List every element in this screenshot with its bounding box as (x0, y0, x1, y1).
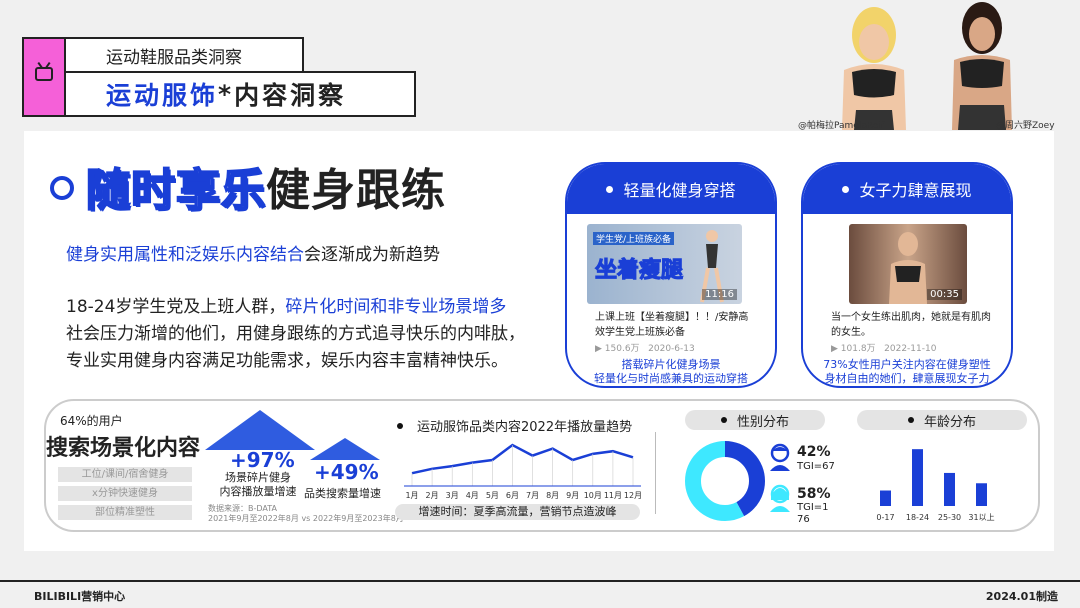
data-source: 数据来源：B-DATA 2021年9月至2022年8月 vs 2022年9月至20… (208, 504, 404, 523)
trend-tick-label: 11月 (604, 491, 622, 500)
thumb-headline: 坐着瘦腿 (594, 258, 684, 284)
video-title: 上课上班【坐着瘦腿】！！/安静高效学生党上班族必备 (595, 312, 749, 338)
video-meta: ▶ 150.6万 2020-6-13 (595, 344, 695, 354)
card-light-fitness[interactable]: 轻量化健身穿搭 学生党/上班族必备 坐着瘦腿 11:16 上课上班【坐着瘦腿】！… (565, 162, 777, 388)
search-title: 搜索场景化内容 (46, 436, 201, 461)
footer-divider (0, 580, 1080, 582)
female-pct: 58% (797, 486, 831, 502)
user-pct-label: 64%的用户 (60, 414, 123, 428)
up-arrow-icon (310, 438, 380, 460)
trend-line (411, 443, 634, 475)
trend-tick-label: 9月 (566, 491, 579, 500)
bullet-icon (842, 185, 850, 193)
bullet-icon (907, 417, 914, 423)
age-tick-label: 18-24 (906, 513, 929, 522)
header-subtitle: 运动鞋服品类洞察 (64, 37, 304, 73)
up-arrow-icon (205, 410, 315, 450)
trend-tick-label: 6月 (506, 491, 519, 500)
age-bar (976, 483, 987, 506)
trend-tick-label: 8月 (546, 491, 559, 500)
divider (655, 432, 656, 514)
video-thumbnail[interactable]: 学生党/上班族必备 坐着瘦腿 11:16 (587, 224, 742, 304)
trend-note: 增速时间：夏季高流量，营销节点造波峰 (395, 504, 640, 520)
age-bar (880, 490, 891, 506)
bullet-icon (606, 185, 614, 193)
trend-tick-label: 2月 (426, 491, 439, 500)
bilibili-tv-icon (22, 37, 66, 117)
card-title: 女子力肆意展现 (859, 181, 972, 200)
circle-bullet-icon (50, 176, 74, 200)
page-title: 运动服饰 * 内容洞察 (64, 71, 416, 117)
age-bar (912, 449, 923, 506)
lead-text: 健身实用属性和泛娱乐内容结合会逐渐成为新趋势 (66, 245, 440, 265)
section-title: 随时享乐健身跟练 (85, 164, 446, 217)
photo-caption-1: @帕梅拉PamelaReif (798, 121, 884, 131)
trend-tick-label: 10月 (584, 491, 602, 500)
footer-brand: BILIBILI营销中心 (34, 590, 126, 603)
stat1-label: 场景碎片健身 内容播放量增速 (219, 471, 297, 498)
stat2-value: +49% (314, 460, 379, 484)
card-female-power[interactable]: 女子力肆意展现 00:35 当一个女生练出肌肉，她就是有肌肉的女生。 ▶ 101… (801, 162, 1013, 388)
trend-tick-label: 3月 (446, 491, 459, 500)
stat2-label: 品类搜索量增速 (304, 487, 381, 500)
video-duration: 00:35 (927, 289, 962, 300)
male-avatar-icon (770, 443, 790, 471)
video-meta: ▶ 101.8万 2022-11-10 (831, 344, 937, 354)
age-bar-chart: 0-17 18-24 25-30 31以上 (876, 449, 995, 522)
age-tick-label: 0-17 (876, 513, 894, 522)
trend-tick-label: 1月 (405, 491, 418, 500)
search-tag: 工位/课间/宿舍健身 (58, 467, 192, 482)
stat1-value: +97% (230, 448, 295, 472)
video-title: 当一个女生练出肌肉，她就是有肌肉的女生。 (831, 312, 991, 338)
bullet-icon (720, 417, 727, 423)
male-tgi: TGI=67 (797, 461, 835, 472)
age-tick-label: 25-30 (938, 513, 961, 522)
photo-caption-2: @周六野Zoey (996, 121, 1055, 131)
age-bar (944, 472, 955, 506)
search-tag: 部位精准塑性 (58, 505, 192, 520)
male-pct: 42% (797, 444, 831, 460)
gender-title: 性别分布 (685, 410, 825, 430)
female-tgi: TGI=176 (797, 502, 829, 525)
influencer-photo (842, 2, 1012, 130)
video-duration: 11:16 (702, 289, 737, 300)
trend-line-chart: 1月 2月 3月 4月 5月 6月 7月 8月 9月 10月 11月 12月 (404, 443, 642, 500)
bullet-icon (397, 422, 403, 429)
trend-tick-label: 4月 (466, 491, 479, 500)
trend-tick-label: 5月 (486, 491, 499, 500)
card-title: 轻量化健身穿搭 (623, 181, 736, 200)
age-title: 年龄分布 (857, 410, 1027, 430)
female-avatar-icon (770, 484, 790, 512)
trend-tick-label: 12月 (624, 491, 642, 500)
video-thumbnail[interactable]: 00:35 (849, 224, 967, 304)
search-tag: x分钟快速健身 (58, 486, 192, 501)
trend-tick-label: 7月 (526, 491, 539, 500)
card-footnote: 73%女性用户关注内容在健身塑性 身材自由的她们，肆意展现女子力 (823, 358, 991, 385)
age-tick-label: 31以上 (968, 513, 994, 522)
footer-date: 2024.01制造 (985, 590, 1058, 603)
thumb-tag: 学生党/上班族必备 (593, 232, 675, 245)
card-footnote: 搭载碎片化健身场景 轻量化与时尚感兼具的运动穿搭 (594, 358, 748, 385)
body-paragraph: 18-24岁学生党及上班人群，碎片化时间和非专业场景增多 社会压力渐增的他们，用… (66, 297, 525, 371)
woman-figure (889, 232, 927, 304)
gender-donut-chart (685, 441, 765, 521)
